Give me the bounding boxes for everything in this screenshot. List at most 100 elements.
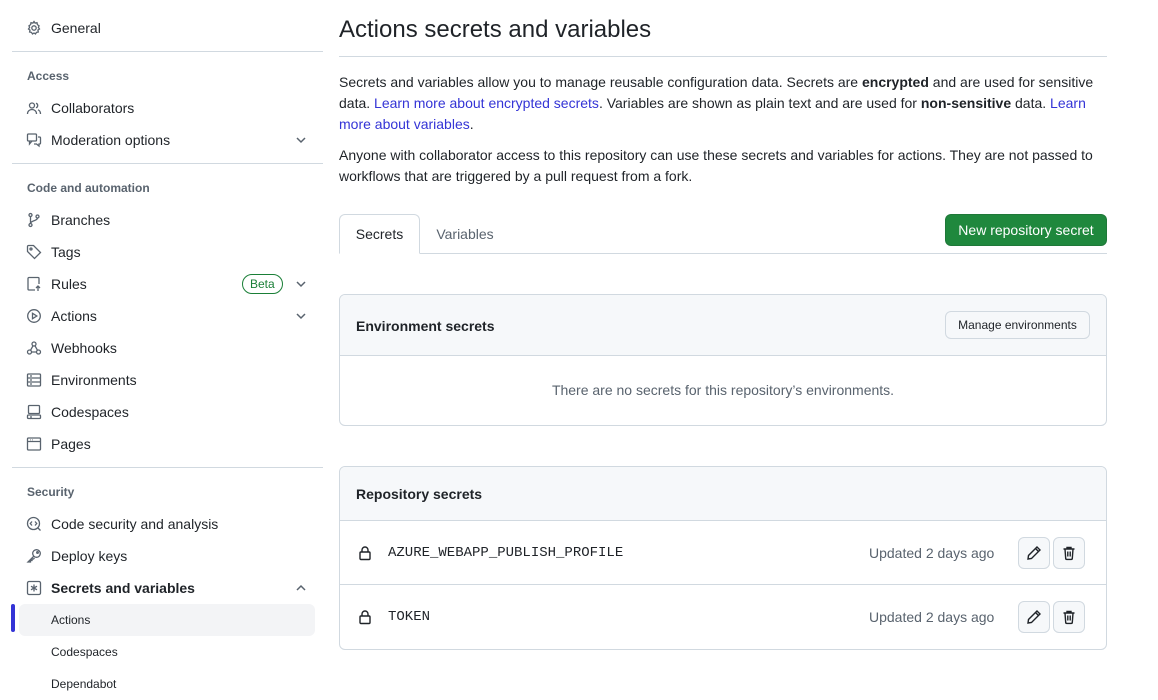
beta-badge: Beta (242, 274, 283, 294)
description-bold-text: non-sensitive (920, 95, 1012, 111)
repository-secrets-header: Repository secrets (340, 467, 1106, 521)
chevron-down-icon[interactable] (293, 308, 309, 324)
sidebar-subitem-label: Codespaces (51, 645, 118, 659)
divider (12, 163, 323, 164)
edit-secret-button[interactable] (1018, 537, 1050, 569)
lock-icon (357, 609, 373, 625)
environment-secrets-heading: Environment secrets (356, 318, 495, 334)
section-heading-security: Security (27, 485, 75, 499)
sidebar-subitem-actions[interactable]: Actions (19, 604, 315, 636)
play-icon (26, 308, 42, 324)
sidebar-item-label: Environments (51, 372, 137, 388)
sidebar-item-label: Actions (51, 308, 97, 324)
webhook-icon (26, 340, 42, 356)
delete-secret-button[interactable] (1053, 537, 1085, 569)
secret-updated-time: Updated 2 days ago (869, 545, 995, 561)
sidebar-item-environments[interactable]: Environments (12, 364, 323, 396)
asterisk-icon (26, 580, 42, 596)
sidebar-subitem-dependabot[interactable]: Dependabot (19, 668, 315, 700)
chevron-down-icon[interactable] (293, 276, 309, 292)
tab-variables[interactable]: Variables (420, 214, 510, 254)
lock-icon (357, 545, 373, 561)
sidebar-item-label: Codespaces (51, 404, 129, 420)
codespaces-icon (26, 404, 42, 420)
sidebar-item-label: Rules (51, 276, 87, 292)
description-text: . (469, 116, 474, 132)
divider (12, 51, 323, 52)
repository-secrets-heading: Repository secrets (356, 486, 483, 502)
chevron-up-icon[interactable] (293, 580, 309, 596)
secret-name: AZURE_WEBAPP_PUBLISH_PROFILE (388, 545, 624, 561)
section-heading-access: Access (27, 69, 70, 83)
sidebar-item-deploy-keys[interactable]: Deploy keys (12, 540, 323, 572)
environment-secrets-box: Environment secrets Manage environments … (339, 294, 1107, 426)
key-icon (26, 548, 42, 564)
sidebar-item-label: Tags (51, 244, 81, 260)
sidebar-item-collaborators[interactable]: Collaborators (12, 92, 323, 124)
selected-item-marker (11, 604, 15, 632)
sidebar-item-pages[interactable]: Pages (12, 428, 323, 460)
divider (339, 56, 1107, 57)
description-paragraph: Secrets and variables allow you to manag… (339, 72, 1107, 135)
sidebar-item-general[interactable]: General (12, 12, 323, 44)
browser-icon (26, 436, 42, 452)
sidebar-item-actions[interactable]: Actions (12, 300, 323, 332)
gear-icon (26, 20, 42, 36)
sidebar-item-secrets-and-variables[interactable]: Secrets and variables (12, 572, 323, 604)
pencil-icon (1027, 610, 1041, 624)
environment-secrets-header: Environment secrets Manage environments (340, 295, 1106, 356)
sidebar-item-label: Branches (51, 212, 111, 228)
sidebar-item-code-security[interactable]: Code security and analysis (12, 508, 323, 540)
collaborator-access-note: Anyone with collaborator access to this … (339, 147, 1093, 184)
sidebar-item-moderation-options[interactable]: Moderation options (12, 124, 323, 156)
trash-icon (1063, 610, 1075, 625)
description-bold-text: encrypted (861, 74, 929, 90)
secret-updated-time: Updated 2 days ago (869, 609, 995, 625)
people-icon (26, 100, 42, 116)
sidebar-item-label: General (51, 20, 101, 36)
sidebar-item-label: Moderation options (51, 132, 171, 148)
edit-secret-button[interactable] (1018, 601, 1050, 633)
page-title: Actions secrets and variables (339, 16, 652, 43)
description-text: data. (1011, 95, 1051, 111)
sidebar-item-codespaces[interactable]: Codespaces (12, 396, 323, 428)
sidebar-item-rules[interactable]: Rules Beta (12, 268, 323, 300)
sidebar-subitem-codespaces[interactable]: Codespaces (19, 636, 315, 668)
codescan-icon (26, 516, 42, 532)
tab-secrets[interactable]: Secrets (339, 214, 420, 254)
repo-push-icon (26, 276, 42, 292)
chevron-down-icon[interactable] (293, 132, 309, 148)
description-text: Secrets and variables allow you to manag… (339, 74, 862, 90)
empty-state-message: There are no secrets for this repository… (551, 382, 895, 398)
sidebar-subitem-label: Actions (51, 613, 91, 627)
manage-environments-button[interactable]: Manage environments (945, 311, 1090, 339)
secret-row: TOKEN Updated 2 days ago (340, 585, 1106, 649)
sidebar-item-tags[interactable]: Tags (12, 236, 323, 268)
sidebar-item-label: Code security and analysis (51, 516, 219, 532)
repository-secrets-box: Repository secrets AZURE_WEBAPP_PUBLISH_… (339, 466, 1107, 650)
git-branch-icon (26, 212, 42, 228)
secret-name: TOKEN (388, 609, 431, 625)
delete-secret-button[interactable] (1053, 601, 1085, 633)
description-text: . Variables are shown as plain text and … (598, 95, 921, 111)
new-repository-secret-button[interactable]: New repository secret (945, 214, 1107, 246)
sidebar-item-label: Collaborators (51, 100, 135, 116)
divider (12, 467, 323, 468)
sidebar-item-webhooks[interactable]: Webhooks (12, 332, 323, 364)
sidebar-item-label: Secrets and variables (51, 580, 195, 596)
sidebar-item-branches[interactable]: Branches (12, 204, 323, 236)
sidebar-subitem-label: Dependabot (51, 677, 117, 691)
main-content: Actions secrets and variables Secrets an… (339, 0, 1107, 700)
sidebar-item-label: Webhooks (51, 340, 117, 356)
pencil-icon (1027, 546, 1041, 560)
trash-icon (1063, 546, 1075, 561)
comment-discussion-icon (26, 132, 42, 148)
secret-row: AZURE_WEBAPP_PUBLISH_PROFILE Updated 2 d… (340, 521, 1106, 585)
section-heading-code-automation: Code and automation (27, 181, 150, 195)
sidebar-item-label: Deploy keys (51, 548, 128, 564)
learn-more-encrypted-secrets-link[interactable]: Learn more about encrypted secrets (374, 95, 599, 111)
server-icon (26, 372, 42, 388)
sidebar-item-label: Pages (51, 436, 91, 452)
tag-icon (26, 244, 42, 260)
settings-sidebar: General Access Collaborators Moderation … (11, 0, 323, 700)
